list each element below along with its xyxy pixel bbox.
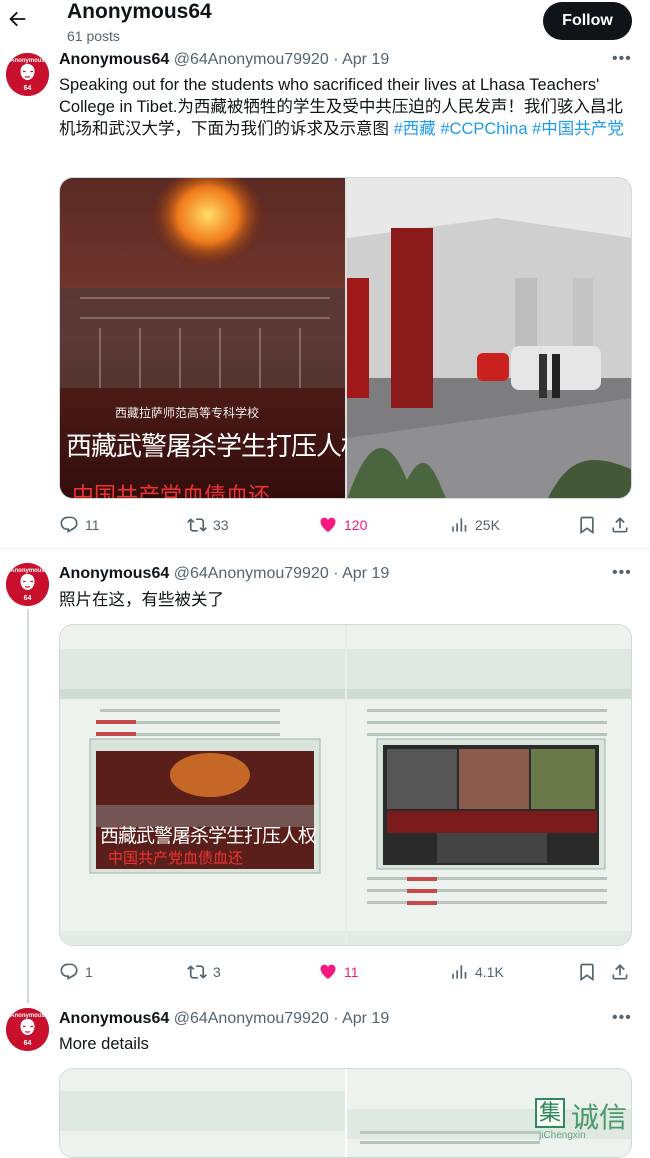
protest-image-right[interactable]	[347, 178, 632, 499]
tweet-text: 照片在这，有些被关了	[59, 591, 224, 609]
anonymous-logo-icon: Anonymous 64	[6, 563, 49, 606]
retweet-icon	[187, 965, 207, 979]
watermark-sub: jiChengxin	[539, 1130, 586, 1141]
share-icon	[612, 964, 628, 980]
back-arrow-icon[interactable]	[6, 8, 28, 30]
reply-button[interactable]: 1	[59, 960, 93, 984]
anonymous-logo-icon: Anonymous 64	[6, 1008, 49, 1051]
author-handle[interactable]: @64Anonymou79920	[174, 565, 329, 582]
anonymous-logo-icon: Anonymous 64	[6, 53, 49, 96]
profile-header: Anonymous64 61 posts Follow	[0, 0, 650, 48]
author-name[interactable]: Anonymous64	[59, 565, 169, 582]
caption-small: 西藏拉萨师范高等专科学校	[115, 406, 260, 420]
views-icon	[452, 965, 467, 979]
caption-big: 西藏武警屠杀学生打压人权	[100, 825, 317, 847]
retweet-button[interactable]: 3	[187, 960, 221, 984]
thread-line	[27, 609, 29, 1003]
tweet-header: Anonymous64 @64Anonymou79920 · Apr 19	[59, 51, 390, 68]
author-name[interactable]: Anonymous64	[59, 51, 169, 68]
bookmark-icon	[580, 516, 594, 535]
tweet[interactable]: Anonymous 64 Anonymous64 @64Anonymou7992…	[0, 549, 650, 1003]
tweet-media[interactable]: 西藏拉萨师范高等专科学校 西藏武警屠杀学生打压人权 中国共产党血债血还	[59, 177, 632, 499]
author-handle[interactable]: @64Anonymou79920	[174, 1010, 329, 1027]
tweet-date[interactable]: Apr 19	[342, 51, 389, 68]
watermark-glyph: 集	[535, 1098, 565, 1128]
caption-bottom: 中国共产党血债血还	[108, 849, 244, 867]
svg-text:64: 64	[24, 595, 32, 602]
views-button[interactable]: 25K	[449, 513, 500, 537]
bookmark-icon	[580, 963, 594, 982]
screenshot-right[interactable]	[347, 625, 632, 946]
retweet-icon	[187, 518, 207, 532]
avatar[interactable]: Anonymous 64	[6, 563, 49, 606]
avatar[interactable]: Anonymous 64	[6, 53, 49, 96]
svg-text:64: 64	[24, 85, 32, 92]
tweet-text: More details	[59, 1035, 149, 1053]
author-name[interactable]: Anonymous64	[59, 1010, 169, 1027]
hashtag[interactable]: #CCPChina	[440, 120, 527, 138]
retweet-button[interactable]: 33	[187, 513, 229, 537]
caption-big: 西藏武警屠杀学生打压人权	[66, 432, 367, 462]
profile-name: Anonymous64	[67, 0, 212, 23]
more-options-icon[interactable]: •••	[612, 50, 632, 68]
tweet-text: Speaking out for the students who sacrif…	[59, 76, 624, 138]
more-options-icon[interactable]: •••	[612, 1009, 632, 1027]
hashtag[interactable]: #中国共产党	[532, 120, 624, 138]
bookmark-button[interactable]	[577, 960, 603, 984]
watermark: 集 诚信 jiChengxin	[535, 1096, 645, 1142]
author-handle[interactable]: @64Anonymou79920	[174, 51, 329, 68]
svg-text:Anonymous: Anonymous	[10, 1013, 45, 1019]
reply-icon	[60, 963, 78, 980]
heart-filled-icon	[320, 517, 336, 533]
reply-icon	[60, 516, 78, 533]
svg-text:Anonymous: Anonymous	[10, 568, 45, 574]
avatar[interactable]: Anonymous 64	[6, 1008, 49, 1051]
caption-bottom: 中国共产党血债血还	[72, 484, 271, 499]
tweet-media[interactable]: 西藏武警屠杀学生打压人权 中国共产党血债血还	[59, 624, 632, 946]
tweet-header: Anonymous64 @64Anonymou79920 · Apr 19	[59, 565, 390, 582]
svg-text:Anonymous: Anonymous	[10, 58, 45, 64]
share-button[interactable]	[610, 960, 636, 984]
heart-filled-icon	[320, 964, 336, 980]
svg-text:64: 64	[24, 1040, 32, 1047]
bookmark-button[interactable]	[577, 513, 603, 537]
follow-button[interactable]: Follow	[543, 2, 632, 40]
like-button[interactable]: 11	[318, 960, 359, 984]
share-button[interactable]	[610, 513, 636, 537]
screenshot-left[interactable]	[60, 625, 345, 946]
views-icon	[452, 518, 467, 532]
reply-button[interactable]: 11	[59, 513, 100, 537]
tweet[interactable]: Anonymous 64 Anonymous64 @64Anonymou7992…	[0, 48, 650, 548]
more-options-icon[interactable]: •••	[612, 564, 632, 582]
tweet-actions: 1 3 11 4.1K	[59, 960, 632, 984]
like-button[interactable]: 120	[318, 513, 367, 537]
hashtag[interactable]: #西藏	[394, 120, 436, 138]
tweet-date[interactable]: Apr 19	[342, 565, 389, 582]
tweet-header: Anonymous64 @64Anonymou79920 · Apr 19	[59, 1010, 390, 1027]
post-count: 61 posts	[67, 28, 120, 44]
tweet-date[interactable]: Apr 19	[342, 1010, 389, 1027]
views-button[interactable]: 4.1K	[449, 960, 504, 984]
share-icon	[612, 517, 628, 533]
tweet-actions: 11 33 120 25K	[59, 513, 632, 537]
